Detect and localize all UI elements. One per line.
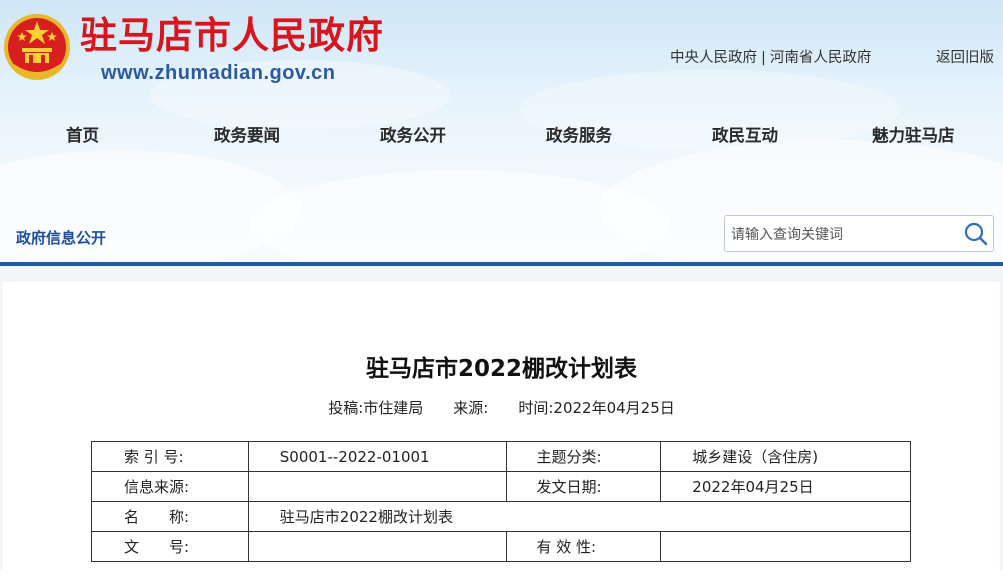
table-cell-label: 有 效 性: — [505, 531, 662, 562]
search-icon[interactable] — [963, 221, 989, 247]
link-henan-government[interactable]: 河南省人民政府 — [770, 50, 872, 66]
table-cell-value: 2022年04月25日 — [660, 471, 911, 502]
nav-public-interaction[interactable]: 政民互动 — [712, 122, 778, 146]
site-title[interactable]: 驻马店市人民政府 — [80, 14, 384, 58]
table-cell-label: 名 称: — [91, 501, 249, 532]
meta-author-label: 投稿: — [328, 399, 364, 417]
table-row: 文 号: 有 效 性: — [91, 531, 911, 562]
table-cell-value — [247, 471, 507, 502]
table-cell-label: 主题分类: — [505, 441, 662, 472]
nav-home[interactable]: 首页 — [66, 122, 99, 146]
search-box — [724, 215, 994, 252]
nav-government-services[interactable]: 政务服务 — [546, 122, 612, 146]
table-cell-value: 城乡建设（含住房) — [660, 441, 911, 472]
table-cell-label: 信息来源: — [91, 471, 249, 502]
table-cell-label: 文 号: — [91, 531, 249, 562]
article-title: 驻马店市2022棚改计划表 — [365, 356, 637, 382]
article-meta: 投稿:市住建局 来源: 时间:2022年04月25日 — [0, 397, 1003, 418]
old-version-link[interactable]: 返回旧版 — [936, 46, 994, 67]
national-emblem-icon — [4, 14, 70, 80]
table-cell-value: S0001--2022-01001 — [247, 441, 507, 472]
main-nav: 首页 政务要闻 政务公开 政务服务 政民互动 魅力驻马店 — [0, 122, 1003, 146]
link-central-government[interactable]: 中央人民政府 — [670, 50, 757, 66]
meta-date: 2022年04月25日 — [553, 399, 675, 417]
nav-government-affairs-public[interactable]: 政务公开 — [380, 122, 446, 146]
nav-government-news[interactable]: 政务要闻 — [214, 122, 280, 146]
top-links: 中央人民政府 | 河南省人民政府 — [670, 46, 871, 67]
link-separator: | — [761, 50, 766, 66]
table-row: 名 称: 驻马店市2022棚改计划表 — [91, 501, 912, 532]
meta-date-label: 时间: — [518, 399, 554, 417]
section-label[interactable]: 政府信息公开 — [16, 227, 106, 248]
table-row: 信息来源: 发文日期: 2022年04月25日 — [91, 471, 911, 502]
table-cell-label: 索 引 号: — [91, 441, 249, 472]
table-cell-value — [247, 531, 507, 562]
search-input[interactable] — [729, 221, 958, 248]
table-row: 索 引 号: S0001--2022-01001 主题分类: 城乡建设（含住房) — [91, 441, 911, 472]
meta-author: 市住建局 — [363, 399, 424, 417]
nav-charming-zhumadian[interactable]: 魅力驻马店 — [872, 122, 955, 146]
table-cell-label: 发文日期: — [505, 471, 662, 502]
site-url: www.zhumadian.gov.cn — [101, 62, 336, 84]
table-cell-value — [660, 531, 911, 562]
info-table: 索 引 号: S0001--2022-01001 主题分类: 城乡建设（含住房)… — [91, 441, 912, 562]
table-cell-value: 驻马店市2022棚改计划表 — [247, 501, 912, 532]
meta-source-label: 来源: — [453, 399, 489, 417]
